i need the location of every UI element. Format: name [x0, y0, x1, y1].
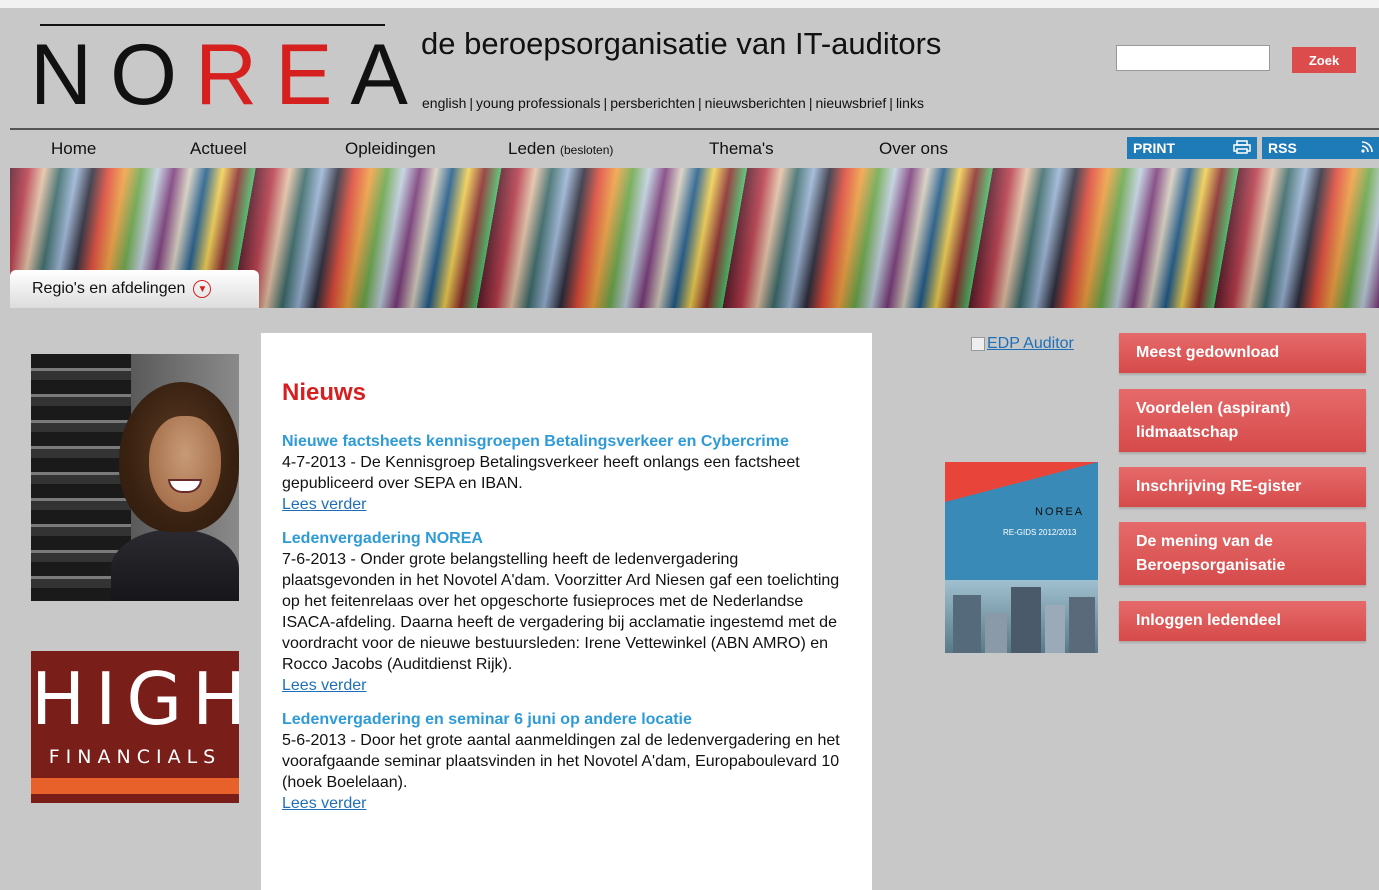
broken-image-icon: [971, 337, 985, 351]
link-english[interactable]: english: [422, 95, 466, 111]
ad-orange-bar: [31, 778, 239, 794]
most-downloaded-button[interactable]: Meest gedownload: [1119, 333, 1366, 373]
edp-auditor-alt: EDP Auditor: [987, 335, 1074, 352]
chevron-down-icon: ▼: [193, 280, 212, 298]
high-financials-ad[interactable]: HIGH FINANCIALS: [31, 651, 239, 803]
news-title-link[interactable]: Nieuwe factsheets kennisgroepen Betaling…: [282, 431, 852, 452]
re-gids-cover[interactable]: NOREA RE-GIDS 2012/2013: [945, 462, 1098, 653]
membership-benefits-button[interactable]: Voordelen (aspirant) lidmaatschap: [1119, 389, 1366, 452]
logo-line: [40, 24, 385, 26]
news-summary: 7-6-2013 - Onder grote belangstelling he…: [282, 551, 840, 673]
regio-label: Regio's en afdelingen: [32, 280, 186, 297]
woman-photo[interactable]: [31, 354, 239, 601]
register-signup-button[interactable]: Inschrijving RE-gister: [1119, 467, 1366, 507]
opinion-button[interactable]: De mening van de Beroepsorganisatie: [1119, 522, 1366, 585]
cover-logo: NOREA: [1035, 506, 1085, 518]
building: [1045, 605, 1065, 653]
header-divider: [10, 128, 1379, 130]
search-input[interactable]: [1116, 45, 1270, 71]
ad-financials-text: FINANCIALS: [48, 746, 222, 768]
building: [985, 613, 1007, 653]
link-young-professionals[interactable]: young professionals: [476, 95, 601, 111]
link-separator: |: [808, 95, 813, 111]
nav-opleidingen[interactable]: Opleidingen: [345, 139, 436, 159]
news-item: Ledenvergadering en seminar 6 juni op an…: [282, 709, 852, 814]
nav-home[interactable]: Home: [51, 139, 96, 159]
regio-dropdown[interactable]: Regio's en afdelingen ▼: [10, 270, 259, 308]
news-summary: 4-7-2013 - De Kennisgroep Betalingsverke…: [282, 454, 800, 492]
ad-high-text: HIGH: [31, 657, 239, 741]
nav-leden[interactable]: Leden (besloten): [508, 139, 613, 159]
top-strip: [0, 0, 1379, 8]
nav-themas[interactable]: Thema's: [709, 139, 774, 159]
photo-face: [149, 416, 221, 512]
link-nieuwsberichten[interactable]: nieuwsberichten: [705, 95, 806, 111]
link-separator: |: [889, 95, 893, 111]
nav-over-ons[interactable]: Over ons: [879, 139, 948, 159]
building: [953, 595, 981, 653]
building: [1011, 587, 1041, 653]
news-item: Ledenvergadering NOREA 7-6-2013 - Onder …: [282, 528, 852, 696]
printer-icon: [1233, 139, 1251, 157]
edp-auditor-link[interactable]: EDP Auditor: [971, 335, 1074, 353]
news-title-link[interactable]: Ledenvergadering en seminar 6 juni op an…: [282, 709, 852, 730]
rss-button[interactable]: RSS: [1262, 137, 1379, 159]
nav-leden-suffix: (besloten): [560, 143, 614, 157]
link-persberichten[interactable]: persberichten: [610, 95, 695, 111]
news-title-link[interactable]: Ledenvergadering NOREA: [282, 528, 852, 549]
cover-city-photo: [945, 580, 1098, 653]
site-tagline: de beroepsorganisatie van IT-auditors: [421, 26, 942, 61]
logo-text: NOREA: [30, 27, 426, 123]
cover-red-corner: [945, 462, 1098, 502]
norea-logo[interactable]: NOREA: [30, 24, 408, 118]
news-panel: Nieuws Nieuwe factsheets kennisgroepen B…: [261, 333, 872, 890]
link-separator: |: [603, 95, 608, 111]
rss-icon: [1361, 140, 1373, 156]
news-summary: 5-6-2013 - Door het grote aantal aanmeld…: [282, 732, 840, 791]
link-separator: |: [469, 95, 474, 111]
rss-label: RSS: [1268, 140, 1297, 156]
search-button[interactable]: Zoek: [1292, 47, 1356, 73]
building: [1069, 597, 1095, 653]
print-label: PRINT: [1133, 140, 1175, 156]
read-more-link[interactable]: Lees verder: [282, 793, 367, 814]
link-nieuwsbrief[interactable]: nieuwsbrief: [815, 95, 886, 111]
nav-leden-label: Leden: [508, 139, 556, 158]
top-links: english | young professionals | persberichte…: [422, 95, 924, 111]
read-more-link[interactable]: Lees verder: [282, 675, 367, 696]
link-links[interactable]: links: [896, 95, 924, 111]
read-more-link[interactable]: Lees verder: [282, 494, 367, 515]
news-heading: Nieuws: [282, 379, 367, 406]
member-login-button[interactable]: Inloggen ledendeel: [1119, 601, 1366, 641]
print-button[interactable]: PRINT: [1127, 137, 1257, 159]
cover-title: RE-GIDS 2012/2013: [1003, 528, 1077, 537]
nav-actueel[interactable]: Actueel: [190, 139, 247, 159]
news-item: Nieuwe factsheets kennisgroepen Betaling…: [282, 431, 852, 515]
photo-shoulders: [111, 529, 239, 601]
link-separator: |: [698, 95, 702, 111]
